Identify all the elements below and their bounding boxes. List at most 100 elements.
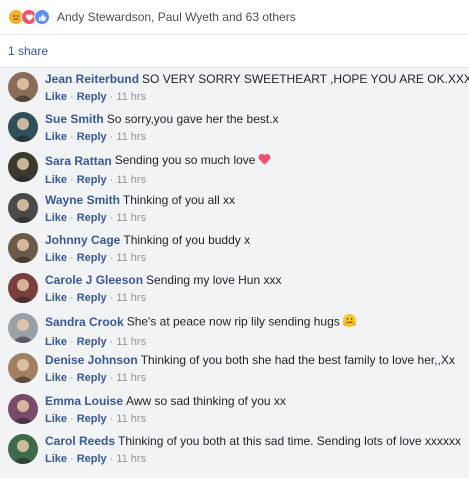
like-reaction-icon bbox=[34, 9, 50, 25]
comment-author-link[interactable]: Carol Reeds bbox=[45, 434, 115, 448]
reactions-bar: Andy Stewardson, Paul Wyeth and 63 other… bbox=[0, 0, 469, 34]
comment-text: Sending my love Hun xxx bbox=[146, 272, 282, 287]
reply-button[interactable]: Reply bbox=[77, 212, 107, 224]
comment-line: Wayne Smith Thinking of you all xx bbox=[45, 193, 235, 208]
comment-author-link[interactable]: Sue Smith bbox=[45, 112, 104, 126]
separator: · bbox=[109, 251, 114, 264]
reply-button[interactable]: Reply bbox=[77, 131, 107, 143]
hugging-face-emoji-icon bbox=[342, 313, 357, 332]
separator: · bbox=[109, 452, 114, 465]
comment-item: Sue Smith So sorry,you gave her the best.… bbox=[0, 108, 469, 148]
comment-actions: Like · Reply · 11 hrs bbox=[45, 334, 357, 350]
comment-timestamp[interactable]: 11 hrs bbox=[116, 372, 146, 384]
comment-body: Sara Rattan Sending you so much love Like ·… bbox=[45, 148, 272, 188]
comment-timestamp[interactable]: 11 hrs bbox=[116, 252, 146, 264]
avatar[interactable] bbox=[8, 192, 38, 223]
separator: · bbox=[109, 174, 114, 187]
shares-link[interactable]: 1 share bbox=[0, 35, 469, 67]
comment-author-link[interactable]: Sandra Crook bbox=[45, 315, 124, 329]
comment-author-link[interactable]: Sara Rattan bbox=[45, 154, 112, 168]
comment-line: Johnny Cage Thinking of you buddy x bbox=[45, 233, 250, 248]
comment-actions: Like · Reply · 11 hrs bbox=[45, 172, 272, 188]
comment-author-link[interactable]: Wayne Smith bbox=[45, 193, 120, 207]
separator: · bbox=[109, 91, 114, 103]
avatar[interactable] bbox=[8, 232, 38, 263]
comment-body: Carole J Gleeson Sending my love Hun xxx L… bbox=[45, 269, 281, 306]
avatar[interactable] bbox=[8, 433, 38, 464]
reply-button[interactable]: Reply bbox=[77, 453, 107, 465]
separator: · bbox=[70, 211, 74, 224]
comment-body: Sue Smith So sorry,you gave her the best.… bbox=[45, 108, 279, 145]
comment-author-link[interactable]: Denise Johnson bbox=[45, 353, 138, 367]
comment-text: Thinking of you both she had the best fa… bbox=[140, 353, 455, 368]
reply-button[interactable]: Reply bbox=[77, 292, 107, 304]
separator: · bbox=[70, 131, 74, 144]
comment-body: Johnny Cage Thinking of you buddy x Like · R… bbox=[45, 229, 250, 266]
avatar[interactable] bbox=[8, 353, 38, 384]
comment-timestamp[interactable]: 11 hrs bbox=[116, 174, 146, 186]
comment-timestamp[interactable]: 11 hrs bbox=[116, 91, 146, 103]
comment-text: Thinking of you all xx bbox=[122, 192, 235, 207]
like-button[interactable]: Like bbox=[45, 336, 67, 348]
reply-button[interactable]: Reply bbox=[77, 336, 107, 348]
comment-line: Emma Louise Aww so sad thinking of you xx bbox=[45, 394, 286, 409]
like-button[interactable]: Like bbox=[45, 372, 67, 384]
comment-item: Jean Reiterbund SO VERY SORRY SWEETHEART … bbox=[0, 68, 469, 108]
comment-line: Carole J Gleeson Sending my love Hun xxx bbox=[45, 273, 281, 288]
comment-text: SO VERY SORRY SWEETHEART ,HOPE YOU ARE O… bbox=[142, 72, 469, 86]
comment-text: Thinking of you both at this sad time. S… bbox=[118, 433, 461, 448]
reply-button[interactable]: Reply bbox=[77, 91, 107, 103]
reaction-icons[interactable] bbox=[8, 9, 50, 25]
separator: · bbox=[70, 336, 74, 349]
comment-text: So sorry,you gave her the best.x bbox=[106, 112, 279, 127]
separator: · bbox=[109, 211, 114, 224]
separator: · bbox=[70, 372, 74, 385]
comment-author-link[interactable]: Johnny Cage bbox=[45, 233, 120, 247]
like-button[interactable]: Like bbox=[45, 174, 67, 186]
avatar[interactable] bbox=[8, 72, 38, 102]
avatar[interactable] bbox=[8, 313, 38, 344]
avatar[interactable] bbox=[8, 393, 38, 424]
comment-actions: Like · Reply · 11 hrs bbox=[45, 411, 286, 427]
comment-timestamp[interactable]: 11 hrs bbox=[116, 453, 146, 465]
comment-timestamp[interactable]: 11 hrs bbox=[116, 212, 146, 224]
like-button[interactable]: Like bbox=[45, 453, 67, 465]
comment-text: She's at peace now rip lily sending hugs bbox=[126, 314, 340, 329]
separator: · bbox=[70, 412, 74, 425]
comment-item: Wayne Smith Thinking of you all xx Like · Re… bbox=[0, 189, 469, 229]
reply-button[interactable]: Reply bbox=[77, 413, 107, 425]
comment-timestamp[interactable]: 11 hrs bbox=[116, 413, 146, 425]
avatar[interactable] bbox=[8, 272, 38, 303]
comment-timestamp[interactable]: 11 hrs bbox=[116, 336, 146, 348]
comment-timestamp[interactable]: 11 hrs bbox=[116, 131, 146, 143]
avatar[interactable] bbox=[8, 112, 38, 143]
reaction-names-link[interactable]: Andy Stewardson, Paul Wyeth and 63 other… bbox=[57, 10, 296, 24]
comment-line: Denise Johnson Thinking of you both she h… bbox=[45, 353, 455, 368]
like-button[interactable]: Like bbox=[45, 91, 67, 103]
separator: · bbox=[70, 452, 74, 465]
like-button[interactable]: Like bbox=[45, 292, 67, 304]
separator: · bbox=[109, 372, 114, 385]
comment-author-link[interactable]: Carole J Gleeson bbox=[45, 273, 143, 287]
comment-item: Carole J Gleeson Sending my love Hun xxx L… bbox=[0, 269, 469, 309]
like-button[interactable]: Like bbox=[45, 252, 67, 264]
avatar[interactable] bbox=[8, 152, 38, 183]
reply-button[interactable]: Reply bbox=[77, 372, 107, 384]
separator: · bbox=[109, 131, 114, 144]
like-button[interactable]: Like bbox=[45, 212, 67, 224]
comment-author-link[interactable]: Emma Louise bbox=[45, 394, 123, 408]
comment-item: Johnny Cage Thinking of you buddy x Like · R… bbox=[0, 229, 469, 269]
comment-line: Jean Reiterbund SO VERY SORRY SWEETHEART … bbox=[45, 72, 469, 87]
comment-line: Sue Smith So sorry,you gave her the best.… bbox=[45, 112, 279, 127]
separator: · bbox=[70, 174, 74, 187]
like-button[interactable]: Like bbox=[45, 413, 67, 425]
comment-author-link[interactable]: Jean Reiterbund bbox=[45, 72, 139, 86]
reply-button[interactable]: Reply bbox=[77, 252, 107, 264]
comment-timestamp[interactable]: 11 hrs bbox=[116, 292, 146, 304]
like-button[interactable]: Like bbox=[45, 131, 67, 143]
separator: · bbox=[70, 291, 74, 304]
reply-button[interactable]: Reply bbox=[77, 174, 107, 186]
comment-body: Sandra Crook She's at peace now rip lily … bbox=[45, 309, 357, 350]
comment-item: Sara Rattan Sending you so much love Like ·… bbox=[0, 148, 469, 188]
comment-line: Carol Reeds Thinking of you both at this … bbox=[45, 434, 461, 449]
